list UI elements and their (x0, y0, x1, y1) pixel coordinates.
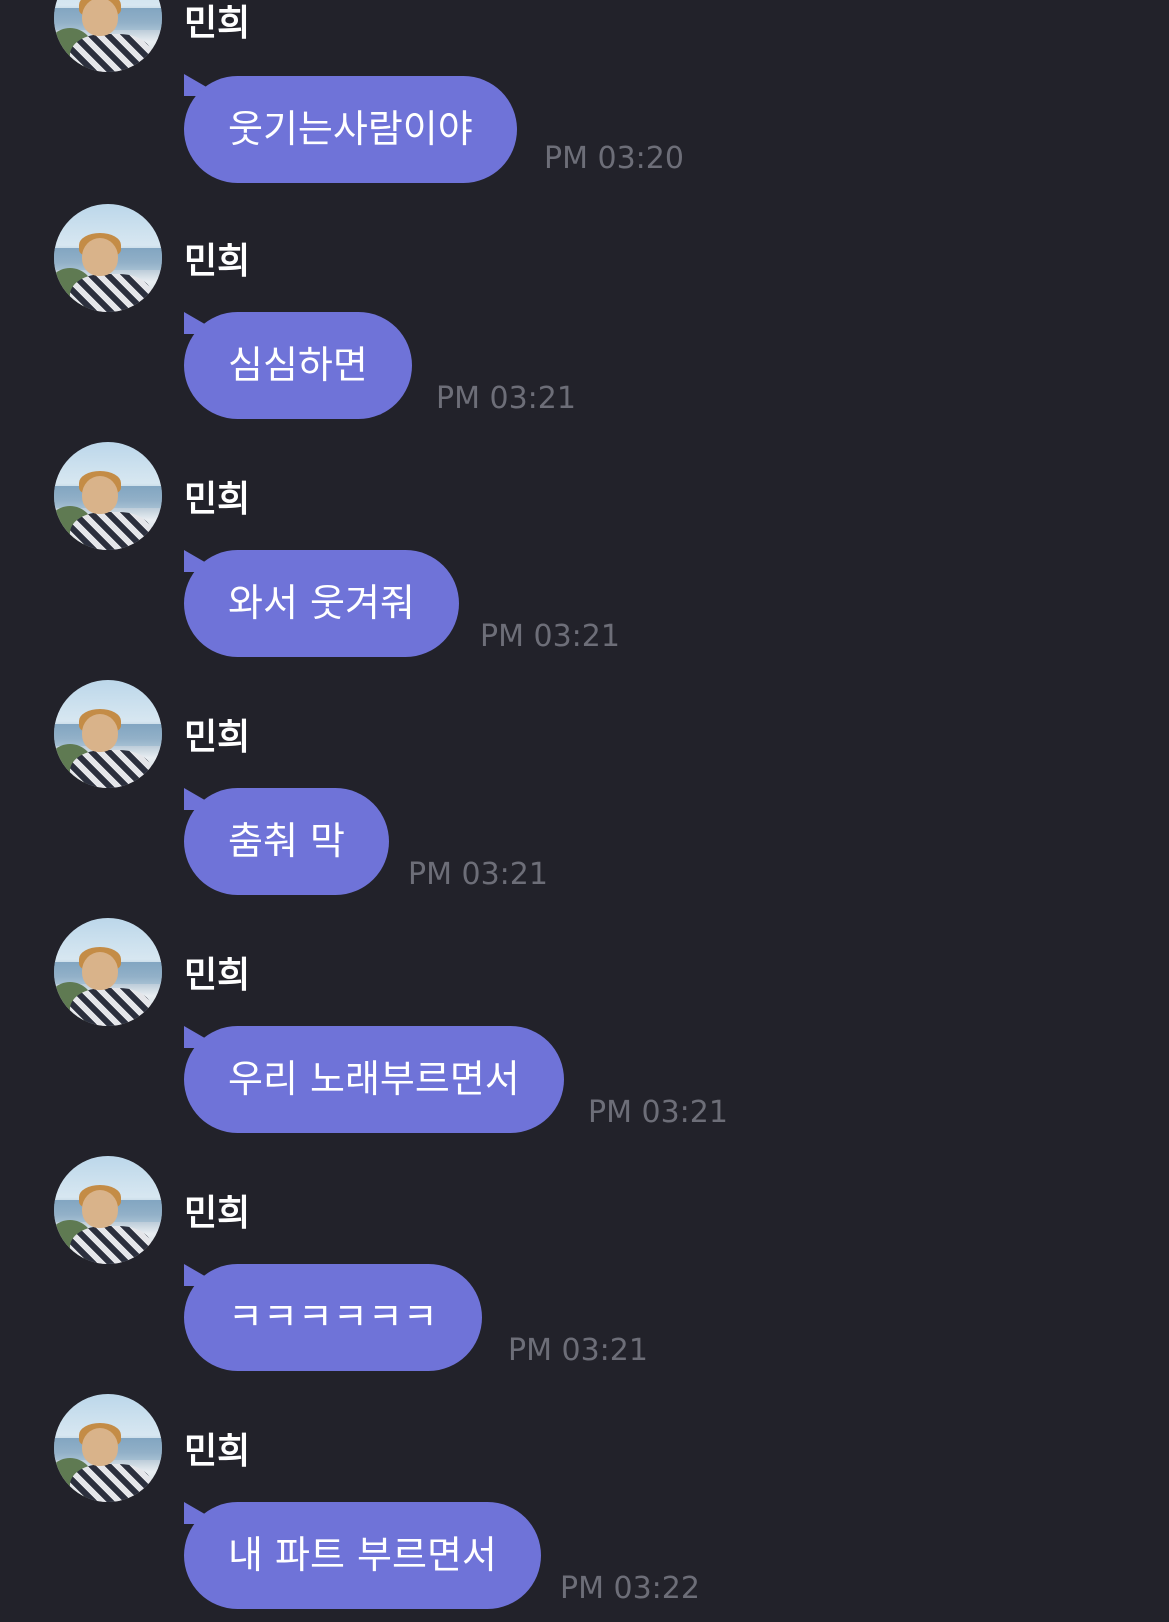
sender-name: 민희 (184, 1431, 251, 1472)
message-row: 민희 춤춰 막 PM 03:21 (0, 476, 1169, 895)
message-bubble[interactable]: 내 파트 부르면서 (184, 1502, 541, 1609)
message-row: 민희 ㅋㅋㅋㅋㅋㅋ PM 03:21 (0, 952, 1169, 1371)
chat-message-list[interactable]: 민희 웃기는사람이야 PM 03:20 민희 심심하면 PM 03:21 민희 … (0, 0, 1169, 1622)
message-time: PM 03:22 (560, 1571, 700, 1606)
sender-avatar[interactable] (54, 1394, 162, 1502)
message-row: 민희 우리 노래부르면서 PM 03:21 (0, 714, 1169, 1133)
message-row: 민희 내 파트 부르면서 PM 03:22 (0, 1190, 1169, 1609)
message-row: 민희 와서 웃겨줘 PM 03:21 (0, 238, 1169, 657)
message-row: 민희 심심하면 PM 03:21 (0, 0, 1169, 419)
